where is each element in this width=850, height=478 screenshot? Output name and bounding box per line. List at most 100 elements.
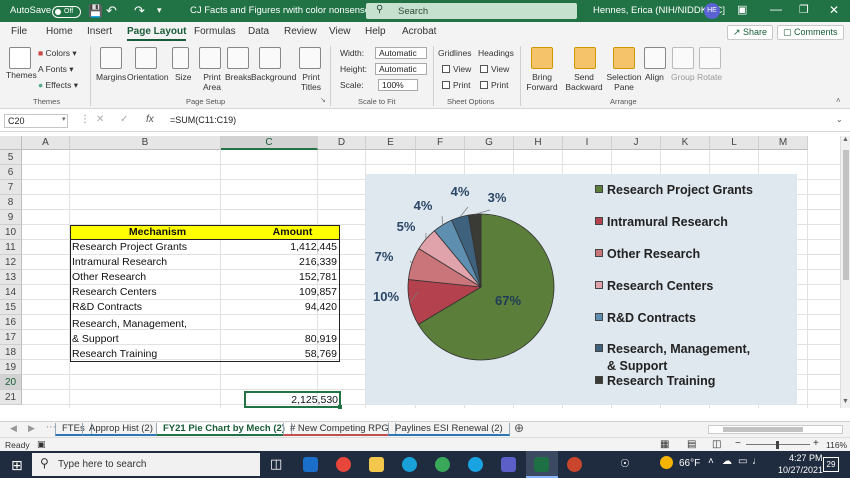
data-label[interactable]: 7% bbox=[375, 249, 394, 264]
skype-icon[interactable] bbox=[468, 457, 483, 472]
vertical-scrollbar[interactable]: ▲ ▼ bbox=[840, 136, 850, 408]
legend-entry[interactable]: Intramural Research bbox=[595, 215, 728, 229]
margins-icon[interactable] bbox=[100, 47, 122, 69]
size-button[interactable]: Size bbox=[175, 72, 192, 82]
menu-file[interactable]: File bbox=[11, 26, 27, 37]
row-header-5[interactable]: 5 bbox=[0, 150, 22, 165]
formula-input[interactable]: =SUM(C11:C19) bbox=[170, 115, 236, 125]
column-header-k[interactable]: K bbox=[661, 136, 710, 150]
scroll-up-icon[interactable]: ▲ bbox=[842, 136, 849, 143]
gridlines-view-checkbox[interactable]: View bbox=[442, 64, 471, 74]
colors-button[interactable]: ■ Colors ▾ bbox=[38, 48, 77, 58]
table-cell-mechanism[interactable]: Intramural Research bbox=[72, 255, 167, 270]
task-view-icon[interactable]: ◫ bbox=[270, 456, 282, 472]
weather-temp[interactable]: 66°F bbox=[679, 458, 700, 469]
breaks-button[interactable]: Breaks bbox=[225, 72, 251, 82]
row-header-8[interactable]: 8 bbox=[0, 195, 22, 210]
menu-home[interactable]: Home bbox=[46, 26, 73, 37]
excel-icon[interactable] bbox=[534, 457, 549, 472]
zoom-in-icon[interactable]: + bbox=[813, 438, 819, 449]
legend-entry[interactable]: Other Research bbox=[595, 247, 700, 261]
align-button[interactable]: Align bbox=[645, 72, 664, 82]
page-setup-launcher-icon[interactable]: ↘ bbox=[320, 96, 326, 104]
print-area-icon[interactable] bbox=[199, 47, 221, 69]
share-button[interactable]: ↗ Share bbox=[727, 25, 774, 40]
row-header-20[interactable]: 20 bbox=[0, 375, 22, 390]
menu-acrobat[interactable]: Acrobat bbox=[402, 26, 436, 37]
row-header-13[interactable]: 13 bbox=[0, 270, 22, 285]
scroll-down-icon[interactable]: ▼ bbox=[842, 398, 849, 405]
horizontal-scrollbar[interactable] bbox=[708, 425, 843, 434]
maps-icon[interactable] bbox=[435, 457, 450, 472]
speaker-icon[interactable]: ♩ bbox=[752, 456, 762, 467]
name-box[interactable]: C20 bbox=[4, 114, 68, 128]
row-header-16[interactable]: 16 bbox=[0, 315, 22, 330]
fill-handle[interactable] bbox=[338, 405, 342, 409]
column-header-g[interactable]: G bbox=[465, 136, 514, 150]
sheet-tab[interactable]: Approp Hist (2) bbox=[82, 423, 160, 436]
restore-icon[interactable]: ❐ bbox=[799, 3, 809, 16]
legend-entry[interactable]: & Support bbox=[595, 359, 667, 373]
data-label[interactable]: 4% bbox=[414, 198, 433, 213]
table-cell-amount[interactable]: 80,919 bbox=[246, 332, 337, 347]
row-header-6[interactable]: 6 bbox=[0, 165, 22, 180]
rotate-button[interactable]: Rotate bbox=[697, 72, 722, 82]
outlook-icon[interactable] bbox=[303, 457, 318, 472]
table-cell-mechanism[interactable]: Research Centers bbox=[72, 285, 157, 300]
ribbon-display-icon[interactable]: ▣ bbox=[737, 3, 747, 16]
accessibility-icon[interactable]: ▣ bbox=[37, 439, 46, 450]
autosave-toggle[interactable]: Off bbox=[52, 6, 81, 18]
taskbar-search-box[interactable]: ⚲ Type here to search bbox=[32, 453, 260, 476]
cloud-icon[interactable]: ☁ bbox=[722, 456, 732, 467]
cancel-icon[interactable]: ✕ bbox=[96, 114, 104, 125]
menu-formulas[interactable]: Formulas bbox=[194, 26, 236, 37]
row-header-7[interactable]: 7 bbox=[0, 180, 22, 195]
column-header-i[interactable]: I bbox=[563, 136, 612, 150]
battery-icon[interactable]: ▭ bbox=[738, 456, 747, 467]
legend-entry[interactable]: Research, Management, bbox=[595, 342, 750, 356]
edge-icon[interactable] bbox=[402, 457, 417, 472]
table-cell-amount[interactable]: 58,769 bbox=[246, 347, 337, 362]
insert-function-icon[interactable]: fx bbox=[146, 114, 154, 125]
legend-entry[interactable]: R&D Contracts bbox=[595, 311, 696, 325]
print-titles-icon[interactable] bbox=[299, 47, 321, 69]
table-cell-mechanism[interactable]: Research Training bbox=[72, 347, 157, 362]
prev-sheet-icon[interactable]: ◀ bbox=[10, 423, 17, 434]
menu-help[interactable]: Help bbox=[365, 26, 386, 37]
undo-icon[interactable]: ↶ bbox=[106, 3, 117, 19]
avatar[interactable]: HE bbox=[704, 3, 720, 19]
align-icon[interactable] bbox=[644, 47, 666, 69]
show-hidden-icons-icon[interactable]: ˄ bbox=[708, 456, 714, 467]
close-icon[interactable]: ✕ bbox=[829, 3, 839, 17]
normal-view-icon[interactable]: ▦ bbox=[660, 439, 669, 450]
menu-page-layout[interactable]: Page Layout bbox=[127, 26, 187, 41]
height-dropdown[interactable]: Automatic bbox=[375, 63, 427, 75]
themes-icon[interactable] bbox=[9, 47, 31, 69]
name-box-dropdown-icon[interactable]: ▾ bbox=[62, 115, 66, 123]
select-all-corner[interactable] bbox=[0, 136, 22, 150]
table-cell-amount[interactable]: 152,781 bbox=[246, 270, 337, 285]
table-cell-mechanism[interactable]: Other Research bbox=[72, 270, 146, 285]
row-header-15[interactable]: 15 bbox=[0, 300, 22, 315]
selection-pane-button[interactable]: Selection Pane bbox=[604, 72, 644, 92]
row-header-18[interactable]: 18 bbox=[0, 345, 22, 360]
legend-entry[interactable]: Research Project Grants bbox=[595, 183, 753, 197]
total-cell[interactable]: 2,125,530 bbox=[246, 393, 338, 408]
clock-date[interactable]: 10/27/2021 bbox=[778, 465, 823, 475]
selection-pane-icon[interactable] bbox=[613, 47, 635, 69]
row-header-12[interactable]: 12 bbox=[0, 255, 22, 270]
scrollbar-thumb[interactable] bbox=[843, 150, 849, 280]
row-header-9[interactable]: 9 bbox=[0, 210, 22, 225]
horizontal-scrollbar-thumb[interactable] bbox=[723, 427, 803, 432]
legend-entry[interactable]: Research Centers bbox=[595, 279, 713, 293]
print-titles-button[interactable]: Print Titles bbox=[300, 72, 322, 92]
background-button[interactable]: Background bbox=[251, 72, 296, 82]
row-header-11[interactable]: 11 bbox=[0, 240, 22, 255]
minimize-icon[interactable]: — bbox=[770, 2, 782, 16]
chrome-icon[interactable] bbox=[336, 457, 351, 472]
table-cell-amount[interactable]: 216,339 bbox=[246, 255, 337, 270]
row-header-21[interactable]: 21 bbox=[0, 390, 22, 405]
zoom-level[interactable]: 116% bbox=[826, 440, 847, 450]
margins-button[interactable]: Margins bbox=[96, 72, 126, 82]
headings-view-checkbox[interactable]: View bbox=[480, 64, 509, 74]
